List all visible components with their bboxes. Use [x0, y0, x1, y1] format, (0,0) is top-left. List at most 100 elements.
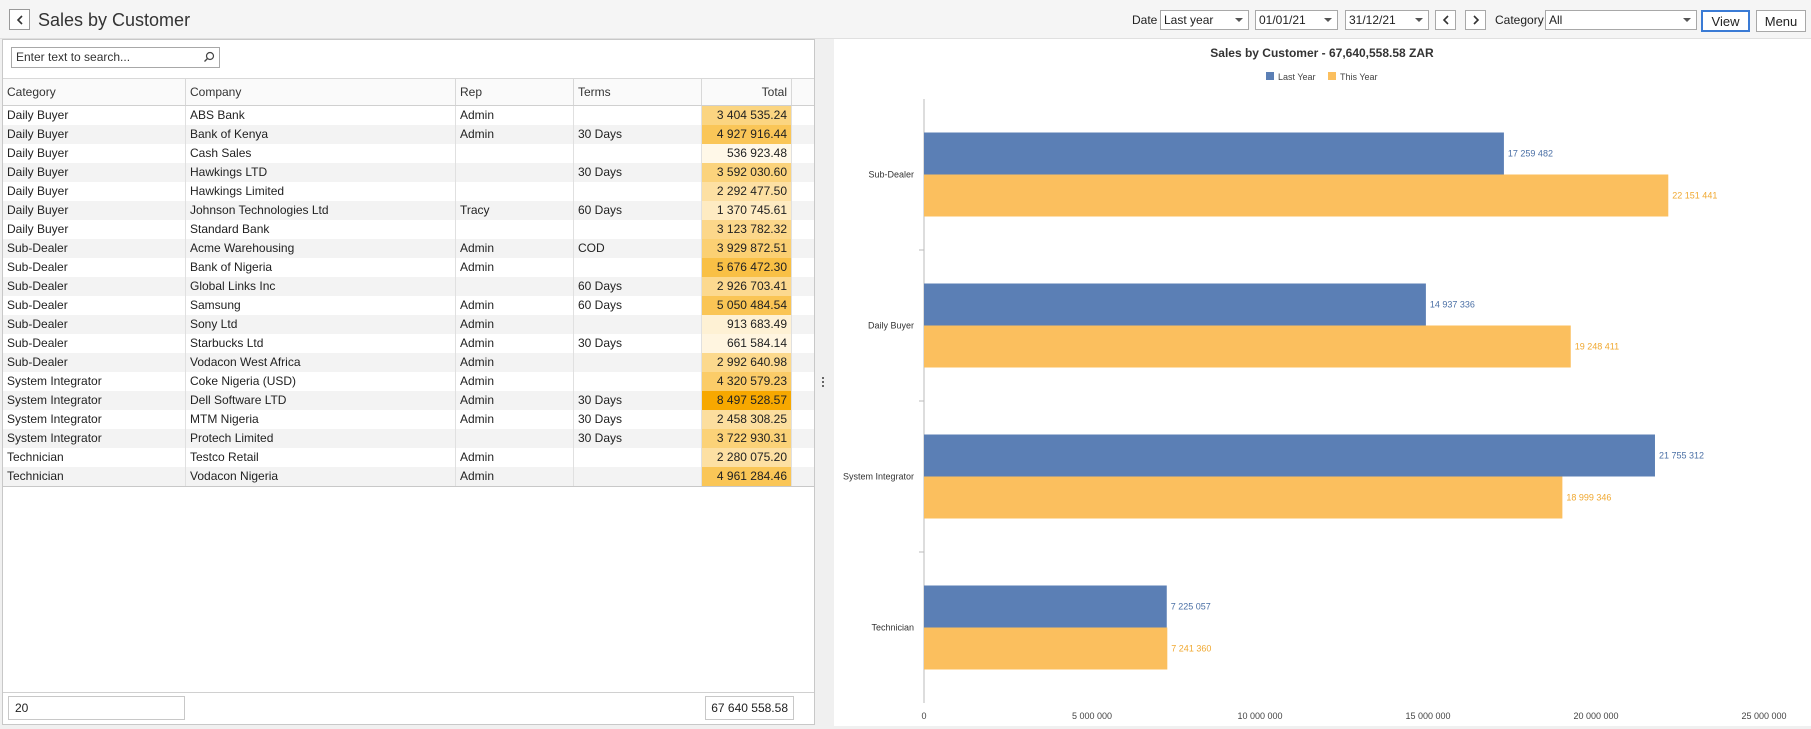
cell-total: 5 050 484.54: [702, 296, 792, 315]
cell-terms: [574, 144, 702, 163]
table-row[interactable]: Daily Buyer Standard Bank 3 123 782.32: [3, 220, 814, 239]
row-spacer: [792, 220, 814, 239]
cell-terms: 30 Days: [574, 391, 702, 410]
bar-this-year: [924, 627, 1168, 670]
previous-period-button[interactable]: [1435, 10, 1456, 30]
chevron-down-icon: [1235, 18, 1243, 22]
end-date-value: 31/12/21: [1349, 13, 1396, 27]
row-spacer: [792, 391, 814, 410]
customer-grid-panel: Enter text to search... Category Company…: [2, 39, 815, 725]
table-row[interactable]: Daily Buyer Bank of Kenya Admin 30 Days 4 92…: [3, 125, 814, 144]
column-header-company[interactable]: Company: [186, 79, 456, 105]
cell-total: 2 292 477.50: [702, 182, 792, 201]
end-date-picker[interactable]: 31/12/21: [1345, 10, 1429, 30]
sales-table: Category Company Rep Terms Total Daily B…: [3, 78, 814, 487]
cell-rep: Admin: [456, 239, 574, 258]
menu-button[interactable]: Menu: [1756, 10, 1806, 32]
cell-terms: 60 Days: [574, 296, 702, 315]
table-row[interactable]: System Integrator MTM Nigeria Admin 30 Days…: [3, 410, 814, 429]
cell-category: System Integrator: [3, 391, 186, 410]
cell-terms: 30 Days: [574, 163, 702, 182]
table-row[interactable]: Daily Buyer Hawkings Limited 2 292 477.50: [3, 182, 814, 201]
category-select[interactable]: All: [1545, 10, 1697, 30]
cell-total: 5 676 472.30: [702, 258, 792, 277]
column-header-total[interactable]: Total: [702, 79, 792, 105]
cell-terms: [574, 315, 702, 334]
cell-category: Sub-Dealer: [3, 296, 186, 315]
cell-category: Daily Buyer: [3, 106, 186, 125]
row-spacer: [792, 163, 814, 182]
cell-rep: [456, 429, 574, 448]
table-row[interactable]: System Integrator Protech Limited 30 Days 3…: [3, 429, 814, 448]
next-period-button[interactable]: [1465, 10, 1486, 30]
cell-category: Sub-Dealer: [3, 258, 186, 277]
column-header-rep[interactable]: Rep: [456, 79, 574, 105]
cell-total: 4 320 579.23: [702, 372, 792, 391]
cell-total: 2 926 703.41: [702, 277, 792, 296]
cell-rep: Admin: [456, 125, 574, 144]
cell-company: Samsung: [186, 296, 456, 315]
table-row[interactable]: Sub-Dealer Acme Warehousing Admin COD 3 929 …: [3, 239, 814, 258]
table-row[interactable]: Sub-Dealer Vodacon West Africa Admin 2 992 …: [3, 353, 814, 372]
cell-company: Hawkings Limited: [186, 182, 456, 201]
row-spacer: [792, 182, 814, 201]
cell-rep: [456, 277, 574, 296]
table-row[interactable]: System Integrator Coke Nigeria (USD) Admin…: [3, 372, 814, 391]
cell-total: 3 929 872.51: [702, 239, 792, 258]
table-row[interactable]: Technician Testco Retail Admin 2 280 075.20: [3, 448, 814, 467]
cell-terms: 30 Days: [574, 334, 702, 353]
cell-total: 8 497 528.57: [702, 391, 792, 410]
table-row[interactable]: Daily Buyer Johnson Technologies Ltd Tracy…: [3, 201, 814, 220]
date-range-select[interactable]: Last year: [1160, 10, 1249, 30]
start-date-picker[interactable]: 01/01/21: [1255, 10, 1338, 30]
cell-company: ABS Bank: [186, 106, 456, 125]
cell-category: Daily Buyer: [3, 182, 186, 201]
table-row[interactable]: Sub-Dealer Starbucks Ltd Admin 30 Days 661 5…: [3, 334, 814, 353]
cell-category: Technician: [3, 448, 186, 467]
cell-terms: COD: [574, 239, 702, 258]
cell-company: Bank of Nigeria: [186, 258, 456, 277]
cell-terms: 30 Days: [574, 410, 702, 429]
search-input[interactable]: Enter text to search...: [11, 47, 220, 68]
cell-total: 3 592 030.60: [702, 163, 792, 182]
table-row[interactable]: Sub-Dealer Bank of Nigeria Admin 5 676 472.…: [3, 258, 814, 277]
footer-divider: [3, 692, 814, 693]
cell-terms: [574, 467, 702, 486]
column-header-terms[interactable]: Terms: [574, 79, 702, 105]
data-label: 21 755 312: [1659, 451, 1704, 461]
back-button[interactable]: [9, 9, 30, 30]
table-header: Category Company Rep Terms Total: [3, 79, 814, 106]
row-spacer: [792, 106, 814, 125]
cell-terms: 30 Days: [574, 429, 702, 448]
table-row[interactable]: Daily Buyer Cash Sales 536 923.48: [3, 144, 814, 163]
panel-splitter[interactable]: [819, 375, 827, 391]
cell-company: Testco Retail: [186, 448, 456, 467]
column-header-category[interactable]: Category: [3, 79, 186, 105]
legend-swatch: [1266, 72, 1274, 80]
row-spacer: [792, 315, 814, 334]
table-row[interactable]: Sub-Dealer Global Links Inc 60 Days 2 926 7…: [3, 277, 814, 296]
view-button[interactable]: View: [1701, 10, 1750, 32]
table-row[interactable]: Technician Vodacon Nigeria Admin 4 961 284.…: [3, 467, 814, 486]
table-row[interactable]: Sub-Dealer Sony Ltd Admin 913 683.49: [3, 315, 814, 334]
bar-last-year: [924, 434, 1655, 477]
table-row[interactable]: System Integrator Dell Software LTD Admin 3…: [3, 391, 814, 410]
cell-category: Daily Buyer: [3, 220, 186, 239]
cell-category: Sub-Dealer: [3, 353, 186, 372]
cell-category: System Integrator: [3, 429, 186, 448]
cell-rep: Admin: [456, 334, 574, 353]
bar-last-year: [924, 132, 1504, 175]
table-row[interactable]: Daily Buyer Hawkings LTD 30 Days 3 592 030.…: [3, 163, 814, 182]
table-row[interactable]: Sub-Dealer Samsung Admin 60 Days 5 050 484.5…: [3, 296, 814, 315]
table-row[interactable]: Daily Buyer ABS Bank Admin 3 404 535.24: [3, 106, 814, 125]
cell-terms: 30 Days: [574, 125, 702, 144]
cell-company: Acme Warehousing: [186, 239, 456, 258]
cell-category: Sub-Dealer: [3, 334, 186, 353]
row-spacer: [792, 410, 814, 429]
row-spacer: [792, 448, 814, 467]
cell-category: Daily Buyer: [3, 125, 186, 144]
cell-category: Technician: [3, 467, 186, 486]
cell-total: 913 683.49: [702, 315, 792, 334]
bar-last-year: [924, 585, 1167, 628]
cell-total: 2 458 308.25: [702, 410, 792, 429]
